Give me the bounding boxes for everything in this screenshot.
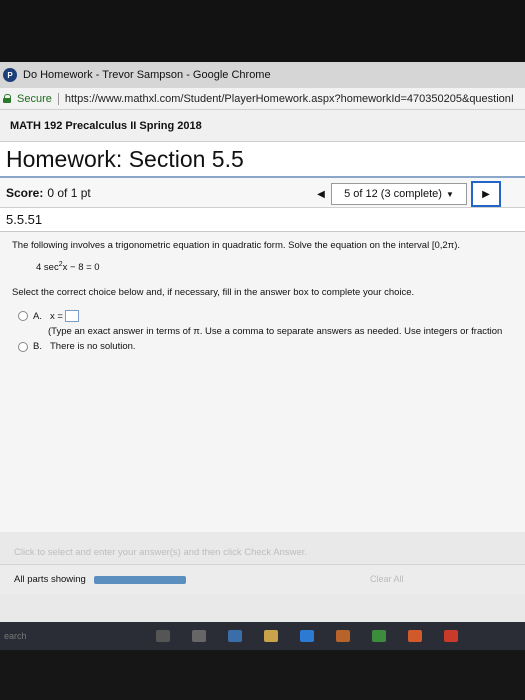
course-header: MATH 192 Precalculus II Spring 2018 <box>0 110 525 142</box>
edge-icon[interactable] <box>228 630 242 642</box>
address-bar[interactable]: Secure https://www.mathxl.com/Student/Pl… <box>0 88 525 110</box>
score-value: 0 of 1 pt <box>47 185 91 200</box>
store-icon[interactable] <box>300 630 314 642</box>
score-bar: Score: 0 of 1 pt ◀ 5 of 12 (3 complete) … <box>0 178 525 208</box>
monitor-bezel-bottom <box>0 650 525 700</box>
browser-screen: P Do Homework - Trevor Sampson - Google … <box>0 62 525 622</box>
triangle-right-icon: ▶ <box>482 188 490 200</box>
equation-part-1: 4 sec <box>36 262 59 274</box>
question-progress-dropdown[interactable]: 5 of 12 (3 complete) ▼ <box>331 183 467 205</box>
chevron-down-icon: ▼ <box>445 189 454 199</box>
choice-a-radio[interactable] <box>18 311 28 322</box>
progress-text: 5 of 12 (3 complete) <box>344 188 442 200</box>
question-number-row: 5.5.51 <box>0 208 525 232</box>
homework-title: Homework: Section 5.5 <box>6 145 244 172</box>
next-question-button[interactable]: ▶ <box>471 181 501 207</box>
equation: 4 sec2x − 8 = 0 <box>36 261 513 273</box>
choice-a-letter: A. <box>33 310 42 322</box>
choice-a-hint: (Type an exact answer in terms of π. Use… <box>48 326 503 338</box>
course-title: MATH 192 Precalculus II Spring 2018 <box>10 119 202 132</box>
secure-label[interactable]: Secure <box>17 93 52 105</box>
task-view-icon[interactable] <box>192 630 206 642</box>
question-text: The following involves a trigonometric e… <box>12 240 461 251</box>
app-icon[interactable] <box>336 630 350 642</box>
previous-question-button[interactable]: ◀ <box>311 183 331 205</box>
choice-b[interactable]: B. There is no solution. <box>18 341 513 352</box>
os-taskbar: earch <box>0 622 525 650</box>
question-navigation: ◀ 5 of 12 (3 complete) ▼ ▶ <box>311 181 501 207</box>
file-explorer-icon[interactable] <box>264 630 278 642</box>
triangle-left-icon: ◀ <box>317 188 325 200</box>
score-label: Score: <box>6 185 44 200</box>
choice-a[interactable]: A. x = <box>18 310 513 323</box>
choice-b-radio[interactable] <box>18 341 28 352</box>
chrome-app-icon: P <box>3 68 17 82</box>
choice-b-text: There is no solution. <box>49 341 136 353</box>
choice-a-text: x = <box>49 310 63 322</box>
question-panel: The following involves a trigonometric e… <box>0 232 525 532</box>
clear-all-button[interactable]: Clear All <box>370 574 404 584</box>
parts-label: All parts showing <box>14 574 86 585</box>
parts-bar-row: All parts showing Clear All <box>0 564 525 594</box>
question-number: 5.5.51 <box>6 212 43 227</box>
mail-icon[interactable] <box>372 630 386 642</box>
chrome-icon[interactable] <box>408 630 422 642</box>
answer-input-box[interactable] <box>64 310 79 323</box>
window-titlebar: P Do Homework - Trevor Sampson - Google … <box>0 62 525 88</box>
office-icon[interactable] <box>444 630 458 642</box>
microphone-icon[interactable] <box>156 630 170 642</box>
help-text: Click to select and enter your answer(s)… <box>14 547 308 558</box>
address-separator <box>57 92 59 105</box>
choice-b-letter: B. <box>33 341 42 353</box>
taskbar-search[interactable]: earch <box>4 631 134 641</box>
monitor-bezel-top <box>0 0 525 62</box>
window-title: Do Homework - Trevor Sampson - Google Ch… <box>23 69 271 81</box>
url-text[interactable]: https://www.mathxl.com/Student/PlayerHom… <box>65 93 514 105</box>
equation-part-2: x − 8 = 0 <box>62 262 100 274</box>
lock-icon <box>3 94 11 103</box>
instruction-text: Select the correct choice below and, if … <box>12 287 415 299</box>
parts-progress-bar <box>93 575 186 584</box>
homework-header: Homework: Section 5.5 <box>0 142 525 178</box>
